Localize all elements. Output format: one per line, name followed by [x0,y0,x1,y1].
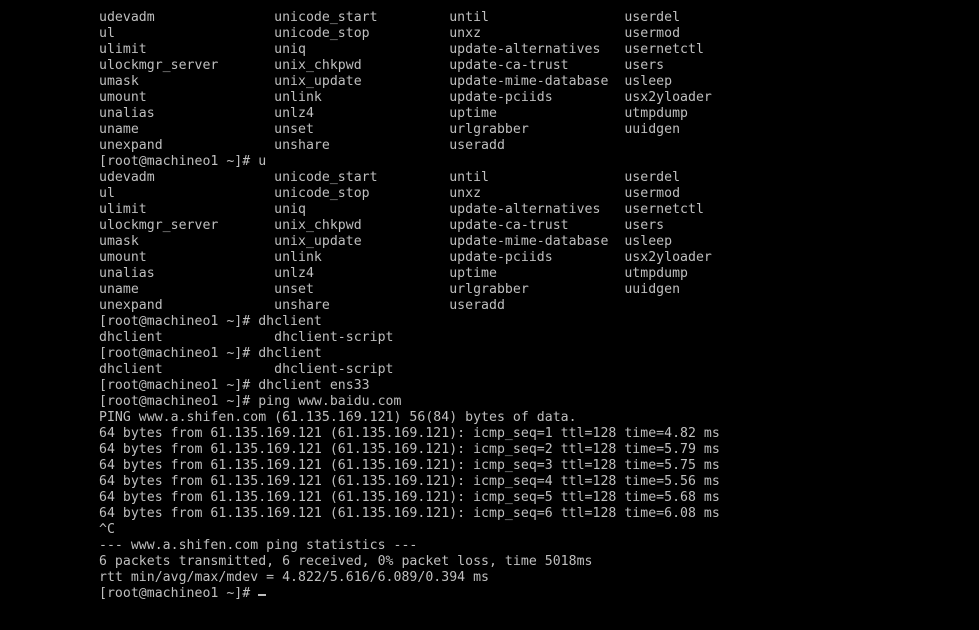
dhclient-completion-row-2: dhclient dhclient-script [99,362,394,377]
prompt-line-dhclient-ens33: [root@machineo1 ~]# dhclient ens33 [99,378,370,393]
ping-stats-header-line: --- www.a.shifen.com ping statistics --- [99,538,418,553]
completion-list-1-row: ulimit uniq update-alternatives usernetc… [99,42,704,57]
dhclient-completion-row-1: dhclient dhclient-script [99,330,394,345]
ping-reply-line: 64 bytes from 61.135.169.121 (61.135.169… [99,458,720,473]
completion-list-2-row: unalias unlz4 uptime utmpdump [99,266,689,281]
completion-list-1-row: ul unicode_stop unxz usermod [99,26,681,41]
text-cursor[interactable] [258,594,267,596]
ping-stats-counts-line: 6 packets transmitted, 6 received, 0% pa… [99,554,593,569]
ping-reply-line: 64 bytes from 61.135.169.121 (61.135.169… [99,474,720,489]
completion-list-2-row: umask unix_update update-mime-database u… [99,234,673,249]
completion-list-1-row: uname unset urlgrabber uuidgen [99,122,681,137]
completion-list-2-row: ulimit uniq update-alternatives usernetc… [99,202,704,217]
ping-reply-line: 64 bytes from 61.135.169.121 (61.135.169… [99,506,720,521]
prompt-line-final[interactable]: [root@machineo1 ~]# [0,586,979,602]
completion-list-1-row: ulockmgr_server unix_chkpwd update-ca-tr… [99,58,665,73]
completion-list-1-row: unalias unlz4 uptime utmpdump [99,106,689,121]
ping-stats-rtt-line: rtt min/avg/max/mdev = 4.822/5.616/6.089… [99,570,490,585]
completion-list-2-row: udevadm unicode_start until userdel [99,170,681,185]
completion-list-1-row: umount unlink update-pciids usx2yloader [99,90,712,105]
completion-list-2-row: ul unicode_stop unxz usermod [99,186,681,201]
completion-list-1-row: unexpand unshare useradd [99,138,505,153]
terminal-window[interactable]: udevadm unicode_start until userdel ul un… [0,0,979,630]
ping-reply-line: 64 bytes from 61.135.169.121 (61.135.169… [99,442,720,457]
terminal-output: udevadm unicode_start until userdel ul un… [0,10,979,602]
prompt-line-ping: [root@machineo1 ~]# ping www.baidu.com [99,394,402,409]
completion-list-2-row: ulockmgr_server unix_chkpwd update-ca-tr… [99,218,665,233]
ping-reply-line: 64 bytes from 61.135.169.121 (61.135.169… [99,426,720,441]
completion-list-1-row: udevadm unicode_start until userdel [99,10,681,25]
completion-list-1-row: umask unix_update update-mime-database u… [99,74,673,89]
prompt-line-dhclient-2: [root@machineo1 ~]# dhclient [99,346,322,361]
prompt-line-dhclient-1: [root@machineo1 ~]# dhclient [99,314,322,329]
shell-prompt: [root@machineo1 ~]# [99,586,251,601]
prompt-line-u: [root@machineo1 ~]# u [99,154,267,169]
ping-reply-line: 64 bytes from 61.135.169.121 (61.135.169… [99,490,720,505]
ping-header-line: PING www.a.shifen.com (61.135.169.121) 5… [99,410,577,425]
ping-interrupt-line: ^C [99,522,115,537]
completion-list-2-row: unexpand unshare useradd [99,298,505,313]
completion-list-2-row: umount unlink update-pciids usx2yloader [99,250,712,265]
completion-list-2-row: uname unset urlgrabber uuidgen [99,282,681,297]
